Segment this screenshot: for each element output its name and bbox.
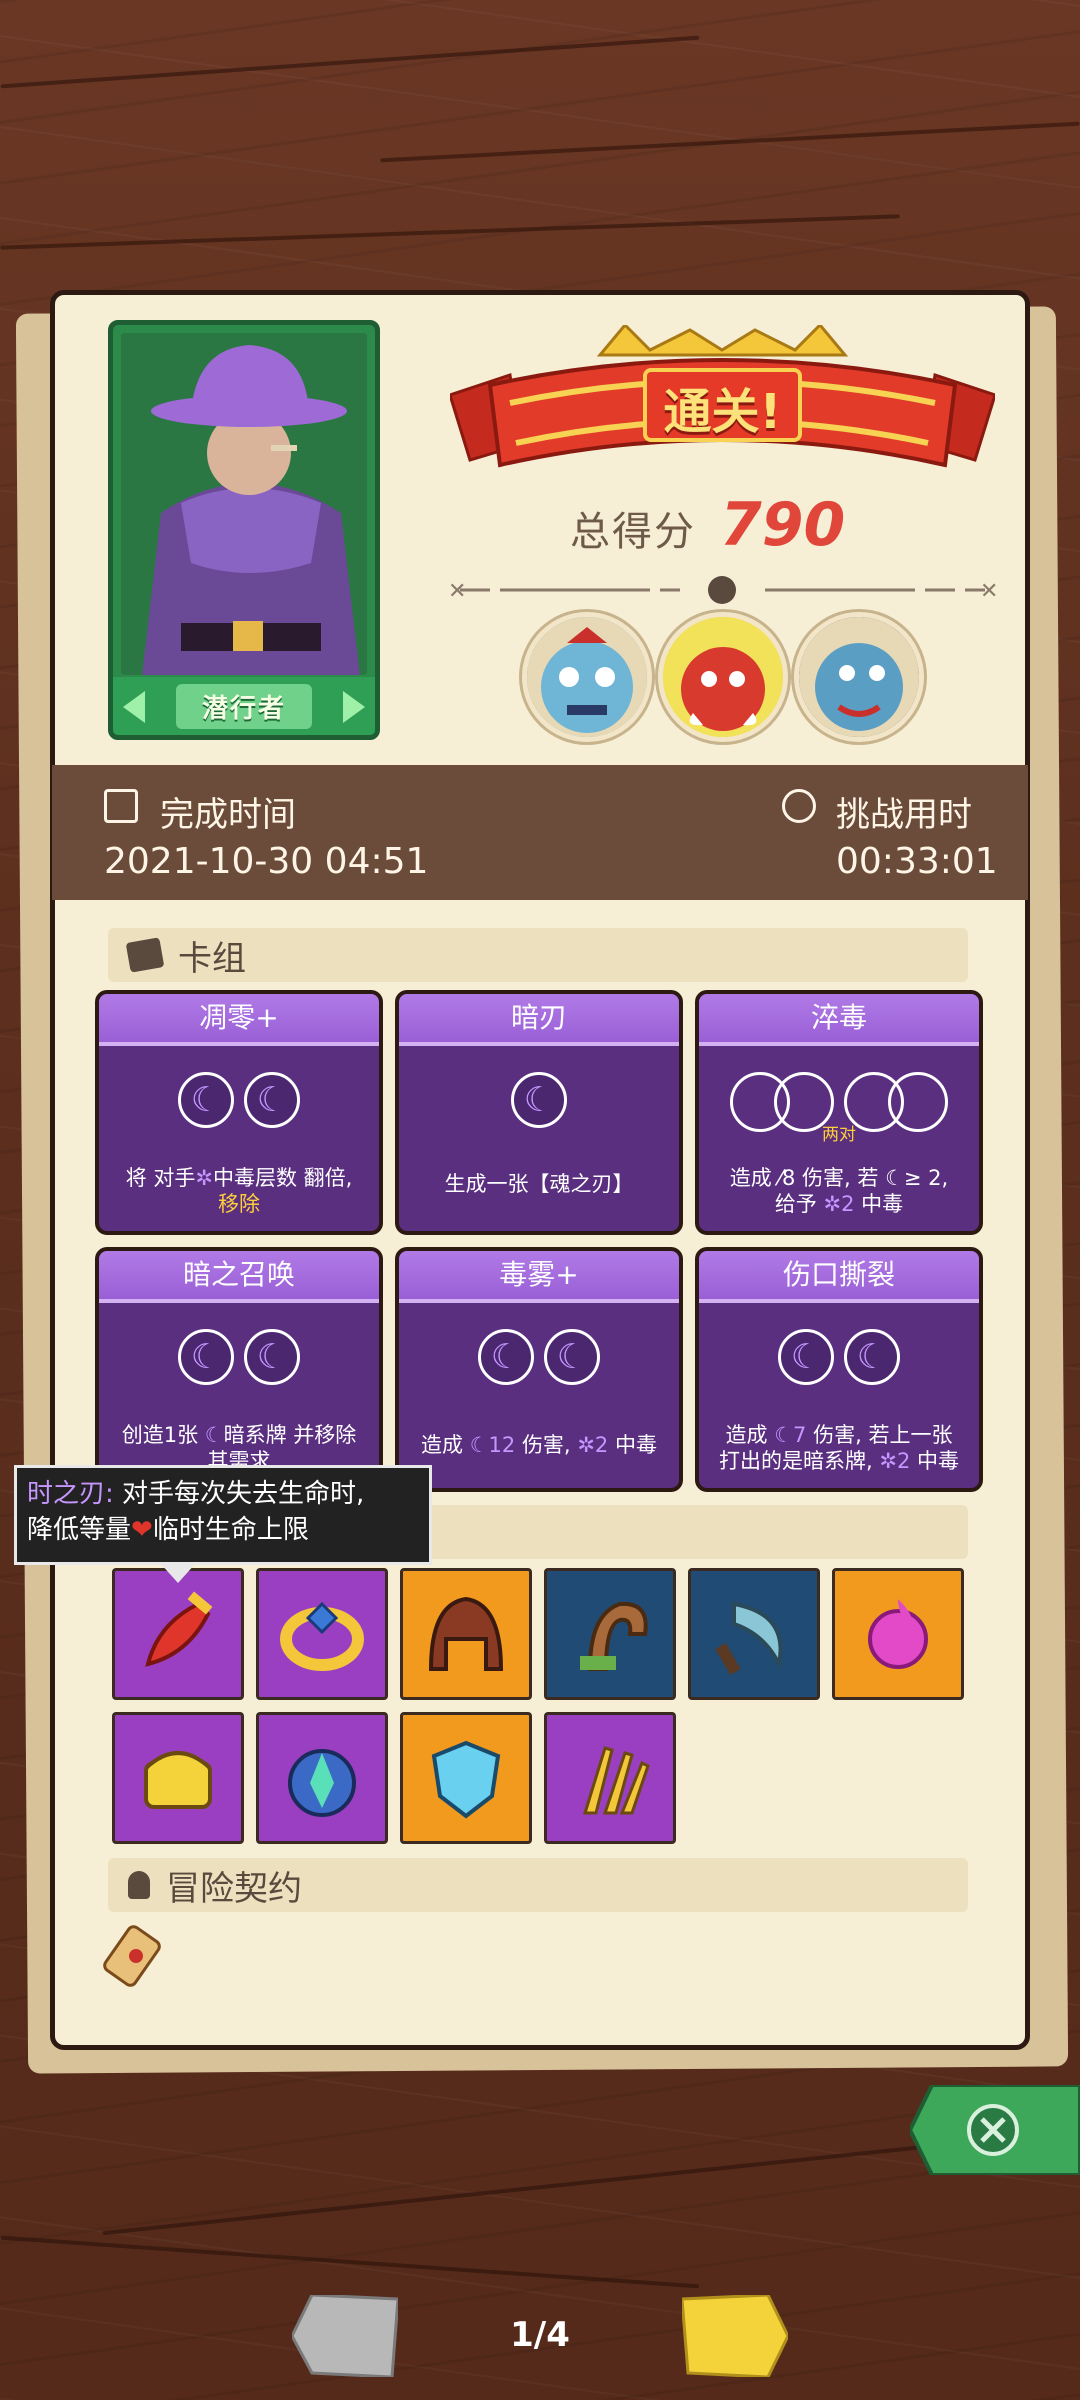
tooltip-arrow (160, 1563, 196, 1583)
golden-box-icon (144, 1751, 212, 1809)
moon-orb-icon: ☾ (178, 1329, 234, 1385)
page-indicator: 1/4 (510, 2315, 570, 2355)
card-title: 暗刃 (399, 994, 679, 1046)
moon-orb-icon: ☾ (544, 1329, 600, 1385)
blue-shield-icon (431, 1740, 501, 1819)
card-cost: ☾ (399, 1072, 679, 1128)
relic-claw[interactable] (544, 1712, 676, 1844)
card-cost: ☾ ☾ (699, 1329, 979, 1385)
deck-card-5[interactable]: 毒雾+ ☾ ☾ 造成 ☾12 伤害, ✲2 中毒 (395, 1247, 683, 1492)
scroll-icon[interactable] (100, 1920, 170, 1996)
deck-card-3[interactable]: 淬毒 两对 造成 ⁄8 伤害, 若 ☾≥ 2, 给予 ✲2 中毒 (695, 990, 983, 1235)
card-description: 造成 ⁄8 伤害, 若 ☾≥ 2, 给予 ✲2 中毒 (729, 1166, 949, 1216)
boss-portrait-3 (794, 612, 924, 742)
hero-name: 潜行者 (175, 683, 312, 729)
relic-blue-shield[interactable] (400, 1712, 532, 1844)
moon-orb-icon: ☾ (178, 1072, 234, 1128)
relic-tooltip: 时之刃: 对手每次失去生命时, 降低等量❤临时生命上限 (14, 1465, 432, 1565)
gold-ring-icon (280, 1601, 364, 1671)
deck-card-4[interactable]: 暗之召唤 ☾ ☾ 创造1张 ☾暗系牌 并移除 其需求 (95, 1247, 383, 1492)
moon-orb-icon: ☾ (511, 1072, 567, 1128)
fire-orb-icon (868, 1599, 928, 1669)
relic-crystal-monster[interactable] (256, 1712, 388, 1844)
horn-icon (580, 1601, 648, 1671)
card-sub-label: 两对 (822, 1125, 856, 1145)
card-cost: ☾ ☾ (99, 1072, 379, 1128)
crystal-monster-icon (288, 1749, 356, 1817)
close-button[interactable] (910, 2085, 1080, 2175)
card-title: 毒雾+ (399, 1251, 679, 1303)
relic-red-dagger[interactable] (112, 1568, 244, 1700)
contract-title: 冒险契约 (166, 1868, 302, 1909)
boss-portrait-2 (658, 612, 788, 742)
relic-sickle[interactable] (688, 1568, 820, 1700)
tooltip-relic-name: 时之刃: (27, 1479, 114, 1509)
victory-text: 通关! (663, 384, 782, 440)
hero-portrait (121, 333, 367, 675)
person-icon (128, 1871, 150, 1899)
card-cost: ☾ ☾ (399, 1329, 679, 1385)
relic-helmet[interactable] (400, 1568, 532, 1700)
deck-card-1[interactable]: 凋零+ ☾ ☾ 将 对手✲中毒层数 翻倍, 移除 (95, 990, 383, 1235)
next-page-button[interactable] (682, 2295, 788, 2377)
relic-fire-orb[interactable] (832, 1568, 964, 1700)
deck-title: 卡组 (178, 938, 246, 979)
svg-text:✕: ✕ (448, 579, 466, 604)
card-cost: ☾ ☾ (99, 1329, 379, 1385)
moon-orb-icon: ☾ (478, 1329, 534, 1385)
helmet-icon (428, 1596, 504, 1671)
card-title: 淬毒 (699, 994, 979, 1046)
relic-golden-box[interactable] (112, 1712, 244, 1844)
deck-card-6[interactable]: 伤口撕裂 ☾ ☾ 造成 ☾7 伤害, 若上一张 打出的是暗系牌, ✲2 中毒 (695, 1247, 983, 1492)
prev-hero-arrow-icon[interactable] (123, 691, 145, 723)
challenge-time-label: 挑战用时 (836, 795, 972, 835)
challenge-time-value: 00:33:01 (836, 841, 998, 882)
moon-orb-icon: ☾ (844, 1329, 900, 1385)
boss-portrait-1 (522, 612, 652, 742)
card-title: 暗之召唤 (99, 1251, 379, 1303)
hero-name-bar: 潜行者 (113, 677, 375, 735)
complete-time-label: 完成时间 (160, 795, 296, 835)
card-title: 凋零+ (99, 994, 379, 1046)
tooltip-line-2b: 临时生命上限 (152, 1515, 309, 1545)
heart-icon: ❤ (131, 1515, 153, 1545)
claw-icon (582, 1746, 650, 1815)
total-score-label: 总得分 (570, 509, 696, 555)
relic-gold-ring[interactable] (256, 1568, 388, 1700)
run-info-band: 完成时间 2021-10-30 04:51 挑战用时 00:33:01 (52, 765, 1028, 900)
hero-card[interactable]: 潜行者 (108, 320, 380, 740)
total-score-value: 790 (720, 490, 846, 560)
prev-page-button[interactable] (292, 2295, 398, 2377)
moon-orb-icon: ☾ (244, 1329, 300, 1385)
cards-icon (125, 937, 165, 973)
svg-text:✕: ✕ (980, 579, 998, 604)
card-description: 造成 ☾12 伤害, ✲2 中毒 (421, 1433, 657, 1457)
sickle-icon (715, 1601, 783, 1675)
total-score-row: 总得分 790 (570, 490, 845, 560)
card-description: 造成 ☾7 伤害, 若上一张 打出的是暗系牌, ✲2 中毒 (718, 1423, 960, 1473)
deck-section-header: 卡组 (108, 928, 968, 982)
tooltip-line-1: 对手每次失去生命时, (113, 1479, 365, 1509)
stopwatch-icon (782, 789, 816, 823)
card-description: 生成一张【魂之刃】 (444, 1172, 634, 1196)
tooltip-line-2a: 降低等量 (27, 1515, 132, 1545)
card-description: 将 对手✲中毒层数 翻倍, 移除 (125, 1166, 353, 1216)
boss-divider: ✕ ✕ (448, 576, 998, 604)
deck-card-2[interactable]: 暗刃 ☾ 生成一张【魂之刃】 (395, 990, 683, 1235)
red-dagger-icon (145, 1591, 213, 1667)
moon-orb-icon: ☾ (244, 1072, 300, 1128)
next-hero-arrow-icon[interactable] (343, 691, 365, 723)
contract-section-header: 冒险契约 (108, 1858, 968, 1912)
moon-orb-icon: ☾ (778, 1329, 834, 1385)
card-title: 伤口撕裂 (699, 1251, 979, 1303)
calendar-icon (104, 789, 138, 823)
complete-time-value: 2021-10-30 04:51 (104, 841, 429, 882)
relic-horn[interactable] (544, 1568, 676, 1700)
